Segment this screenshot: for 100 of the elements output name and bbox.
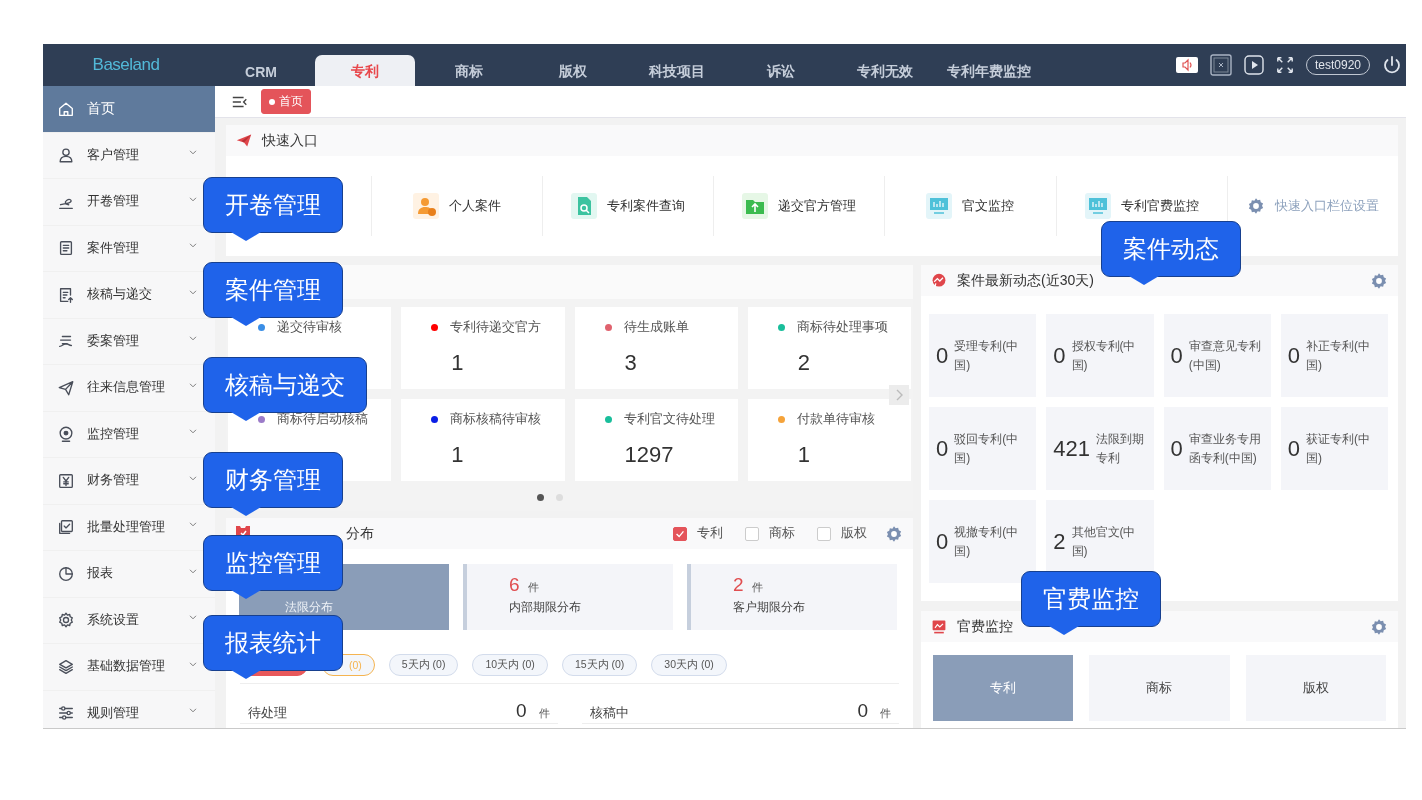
- stat-card[interactable]: 商标核稿待审核 1: [401, 399, 565, 481]
- activity-count: 0: [1287, 342, 1300, 369]
- stat-label: 待生成账单: [623, 319, 689, 336]
- activity-label: 驳回专利(中国): [954, 430, 1020, 467]
- quick-entry-link[interactable]: 递交官方管理: [742, 193, 857, 219]
- layers-icon: [57, 657, 75, 676]
- stat-card[interactable]: 专利待递交官方 1: [401, 307, 565, 389]
- nav-tab[interactable]: 专利无效: [835, 55, 935, 86]
- row-label: 待处理: [248, 705, 288, 722]
- close-window-icon[interactable]: [1209, 54, 1232, 76]
- settings-icon: [57, 611, 75, 630]
- checklist-icon: [57, 518, 75, 537]
- filter-pill[interactable]: 5天内 (0): [388, 654, 459, 676]
- document-icon: [57, 239, 75, 258]
- activity-count: 0: [936, 528, 949, 555]
- activity-label: 授权专利(中国): [1071, 337, 1137, 374]
- trend-icon: [931, 272, 947, 289]
- unit-label: 件: [527, 580, 539, 595]
- stat-value: 1: [451, 442, 465, 468]
- monitor-icon: [1084, 193, 1111, 219]
- activity-label: 审查业务专用函专利(中国): [1188, 430, 1262, 467]
- deadline-count: 2: [733, 574, 744, 596]
- unit-label: 件: [751, 580, 763, 595]
- stat-label: 付款单待审核: [796, 411, 875, 428]
- page-tag[interactable]: 首页: [261, 89, 311, 114]
- play-icon[interactable]: [1243, 55, 1264, 75]
- panel-title: 案件最新动态(近30天): [957, 271, 1094, 290]
- deadline-card[interactable]: 6 件 内部期限分布: [463, 564, 673, 630]
- panel-title: 分布: [345, 524, 374, 543]
- activity-count: 0: [936, 435, 949, 462]
- filter-pill[interactable]: 15天内 (0): [561, 654, 638, 676]
- sidebar-item[interactable]: 首页: [43, 86, 215, 133]
- stat-label: 商标核稿待审核: [450, 411, 542, 428]
- upload-folder-icon: [742, 193, 769, 219]
- checkbox-option[interactable]: 商标: [745, 525, 795, 542]
- activity-count: 2: [1053, 528, 1066, 555]
- fullscreen-icon[interactable]: [1275, 56, 1294, 74]
- quick-entry-link[interactable]: 专利官费监控: [1084, 193, 1199, 219]
- quick-entry-link[interactable]: 个人案件: [412, 193, 501, 219]
- filter-pill[interactable]: 30天内 (0): [651, 654, 727, 676]
- stat-value: 1: [797, 442, 811, 468]
- filter-pill[interactable]: 10天内 (0): [472, 654, 548, 676]
- paper-plane-icon: [57, 378, 75, 397]
- nav-tab[interactable]: 诉讼: [731, 55, 831, 86]
- checkbox-option[interactable]: 版权: [817, 525, 867, 542]
- pie-chart-icon: [57, 564, 75, 583]
- activity-count: 0: [1287, 435, 1300, 462]
- activity-label: 法限到期专利: [1095, 430, 1145, 467]
- quick-entry-link[interactable]: 专利案件查询: [571, 193, 685, 219]
- checkbox-option[interactable]: 专利: [673, 525, 723, 542]
- nav-tab[interactable]: CRM: [211, 55, 311, 86]
- activity-count: 421: [1053, 435, 1090, 462]
- category-tab[interactable]: 版权: [1245, 655, 1386, 721]
- chart-monitor-icon: [931, 618, 947, 635]
- deadline-label: 法限分布: [285, 599, 334, 616]
- row-count: 0: [515, 700, 527, 722]
- stat-value: 2: [797, 350, 811, 376]
- yen-icon: [57, 471, 75, 490]
- stat-label: 递交待审核: [277, 319, 342, 336]
- stat-label: 专利官文待处理: [623, 411, 715, 428]
- activity-label: 审查意见专利(中国): [1188, 337, 1262, 374]
- annotation-tooltip: 案件动态: [1101, 221, 1241, 286]
- activity-count: 0: [1170, 342, 1183, 369]
- stat-value: 1297: [624, 442, 675, 468]
- unit-label: 件: [538, 706, 550, 721]
- deadline-count: 6: [509, 574, 520, 596]
- person-icon: [57, 146, 75, 165]
- quick-entry-link[interactable]: 官文监控: [926, 193, 1015, 219]
- activity-label: 获证专利(中国): [1306, 430, 1371, 467]
- sliders-icon: [57, 704, 75, 723]
- document-search-icon: [571, 193, 597, 219]
- category-tab[interactable]: 商标: [1089, 655, 1230, 721]
- row-label: 核稿中: [589, 705, 630, 722]
- page-dot[interactable]: [536, 494, 544, 501]
- nav-tab[interactable]: 版权: [523, 55, 623, 86]
- settings-icon: [1246, 197, 1265, 215]
- settings-icon[interactable]: [885, 524, 903, 543]
- annotation-tooltip: 开卷管理: [203, 177, 343, 242]
- person-icon: [412, 193, 439, 219]
- stat-card[interactable]: 待生成账单 3: [574, 307, 738, 389]
- nav-tab[interactable]: 科技项目: [627, 55, 727, 86]
- nav-tab[interactable]: 专利年费监控: [939, 55, 1039, 86]
- activity-label: 其他官文(中国): [1071, 523, 1137, 560]
- stat-card[interactable]: 商标待处理事项 2: [747, 307, 911, 389]
- stat-value: 3: [624, 350, 638, 376]
- stat-card[interactable]: 专利官文待处理 1297: [574, 399, 738, 481]
- power-icon[interactable]: [1382, 55, 1402, 75]
- stat-label: 商标待处理事项: [796, 319, 888, 336]
- activity-count: 0: [1053, 342, 1066, 369]
- settings-icon[interactable]: [1370, 271, 1388, 290]
- nav-tab[interactable]: 商标: [419, 55, 519, 86]
- activity-label: 视撤专利(中国): [954, 523, 1020, 560]
- activity-count: 0: [1170, 435, 1183, 462]
- annotation-tooltip: 报表统计: [203, 615, 343, 680]
- deadline-card[interactable]: 2 件 客户期限分布: [687, 564, 897, 630]
- settings-icon[interactable]: [1370, 617, 1388, 636]
- stat-label: 商标待启动核稿: [277, 411, 368, 428]
- stat-card[interactable]: 付款单待审核 1: [747, 399, 911, 481]
- annotation-tooltip: 监控管理: [203, 535, 343, 600]
- speaker-icon[interactable]: [1175, 57, 1198, 73]
